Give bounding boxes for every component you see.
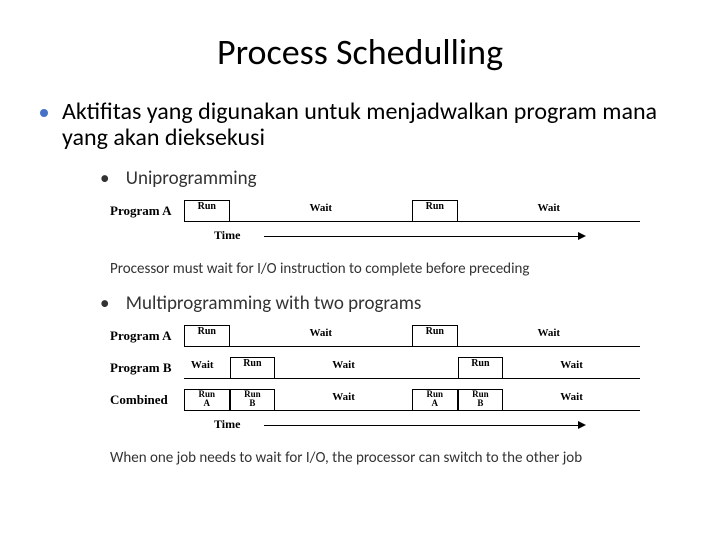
run-box: Run bbox=[412, 200, 458, 222]
run-box: Run bbox=[184, 325, 230, 347]
arrow-line bbox=[264, 236, 580, 237]
combined-label: Combined bbox=[110, 392, 178, 408]
section2-note: When one job needs to wait for I/O, the … bbox=[110, 449, 680, 467]
bullet-main: Aktifitas yang digunakan untuk menjadwal… bbox=[40, 99, 680, 152]
wait-text: Wait bbox=[309, 327, 332, 339]
arrow-right-icon bbox=[578, 421, 586, 429]
bullet-dot-icon bbox=[40, 109, 48, 117]
wait-text: Wait bbox=[332, 359, 355, 371]
time-axis: Time bbox=[184, 230, 640, 250]
run-box: Run bbox=[184, 200, 230, 222]
section2-heading: Multiprogramming with two programs bbox=[100, 292, 680, 315]
run-box: Run bbox=[458, 357, 504, 379]
arrow-line bbox=[264, 425, 580, 426]
run-a-box: RunA bbox=[412, 389, 458, 411]
track-a: Run Wait Run Wait bbox=[184, 198, 640, 222]
uniprogramming-diagram: Program A Run Wait Run Wait Time bbox=[110, 198, 680, 250]
wait-text: Wait bbox=[309, 202, 332, 214]
program-a-label: Program A bbox=[110, 328, 178, 344]
program-a-label: Program A bbox=[110, 203, 178, 219]
run-b-box: RunB bbox=[458, 389, 504, 411]
section1-heading-text: Uniprogramming bbox=[126, 167, 257, 190]
track-combined: RunA RunB Wait RunA RunB Wait bbox=[184, 387, 640, 411]
wait-text: Wait bbox=[560, 359, 583, 371]
slide: Process Schedulling Aktifitas yang digun… bbox=[0, 0, 720, 540]
timeline-program-a: Program A Run Wait Run Wait bbox=[110, 198, 680, 226]
arrow-right-icon bbox=[578, 232, 586, 240]
timeline-program-a: Program A Run Wait Run Wait bbox=[110, 323, 680, 351]
wait-text: Wait bbox=[332, 391, 355, 403]
time-axis: Time bbox=[184, 419, 640, 439]
wait-text: Wait bbox=[560, 391, 583, 403]
section2-heading-text: Multiprogramming with two programs bbox=[126, 292, 422, 315]
program-b-label: Program B bbox=[110, 360, 178, 376]
timeline-program-b: Program B Wait Run Wait Run Wait bbox=[110, 355, 680, 383]
page-title: Process Schedulling bbox=[40, 30, 680, 74]
wait-text: Wait bbox=[191, 359, 214, 371]
time-axis-label: Time bbox=[214, 228, 240, 243]
wait-text: Wait bbox=[537, 327, 560, 339]
time-axis-label: Time bbox=[214, 417, 240, 432]
section1-note: Processor must wait for I/O instruction … bbox=[110, 260, 680, 278]
multiprogramming-diagram: Program A Run Wait Run Wait Program B Wa… bbox=[110, 323, 680, 439]
track-a: Run Wait Run Wait bbox=[184, 323, 640, 347]
run-box: Run bbox=[230, 357, 276, 379]
timeline-combined: Combined RunA RunB Wait RunA RunB Wait bbox=[110, 387, 680, 415]
run-box: Run bbox=[412, 325, 458, 347]
run-a-box: RunA bbox=[184, 389, 230, 411]
bullet-main-text: Aktifitas yang digunakan untuk menjadwal… bbox=[62, 99, 680, 152]
run-b-box: RunB bbox=[230, 389, 276, 411]
wait-text: Wait bbox=[537, 202, 560, 214]
section1-heading: Uniprogramming bbox=[100, 167, 680, 190]
track-b: Wait Run Wait Run Wait bbox=[184, 355, 640, 379]
